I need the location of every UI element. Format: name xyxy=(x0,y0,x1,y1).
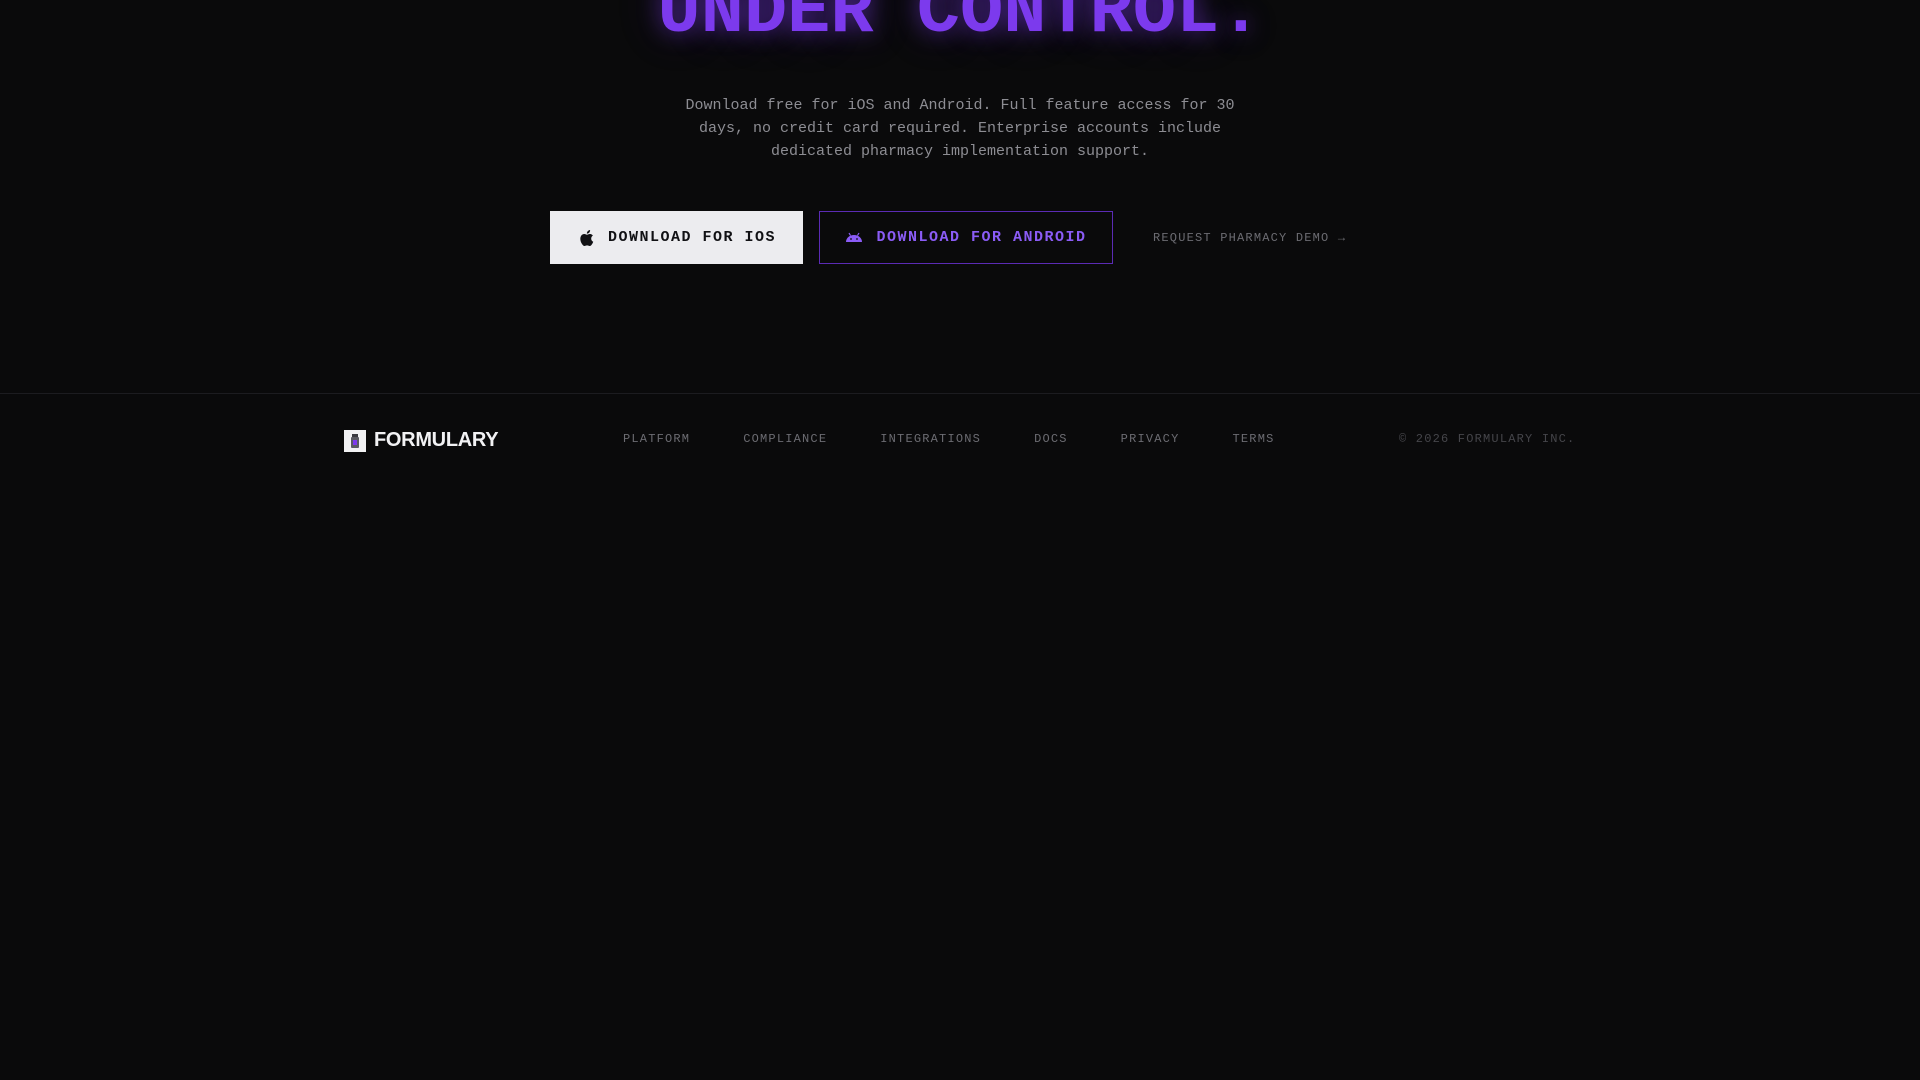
footer-nav: PLATFORM COMPLIANCE INTEGRATIONS DOCS PR… xyxy=(623,432,1275,446)
hero-subtext: Download free for iOS and Android. Full … xyxy=(685,97,1235,160)
footer-brand[interactable]: FORMULARY xyxy=(344,429,499,452)
copyright-text: © 2026 FORMULARY INC. xyxy=(1399,432,1576,446)
download-ios-label: DOWNLOAD FOR IOS xyxy=(607,229,777,246)
download-android-button[interactable]: DOWNLOAD FOR ANDROID xyxy=(819,211,1113,264)
footer-link-integrations[interactable]: INTEGRATIONS xyxy=(880,432,981,446)
footer-link-privacy[interactable]: PRIVACY xyxy=(1121,432,1180,446)
footer-link-compliance[interactable]: COMPLIANCE xyxy=(743,432,827,446)
footer-link-platform[interactable]: PLATFORM xyxy=(623,432,690,446)
footer-link-docs[interactable]: DOCS xyxy=(1034,432,1068,446)
formulary-logo-icon xyxy=(344,429,366,452)
hero-headline: UNDER CONTROL. xyxy=(657,0,1263,53)
download-android-label: DOWNLOAD FOR ANDROID xyxy=(876,229,1087,246)
download-ios-button[interactable]: DOWNLOAD FOR IOS xyxy=(550,211,803,264)
download-actions: DOWNLOAD FOR IOS DOWNLOAD FOR ANDROID RE… xyxy=(550,211,1346,264)
hero-section: UNDER CONTROL. Download free for iOS and… xyxy=(0,0,1920,393)
android-icon xyxy=(845,229,863,247)
apple-icon xyxy=(577,229,595,247)
footer-link-terms[interactable]: TERMS xyxy=(1232,432,1274,446)
site-footer: FORMULARY PLATFORM COMPLIANCE INTEGRATIO… xyxy=(0,394,1920,482)
brand-name: FORMULARY xyxy=(374,429,499,451)
request-demo-link[interactable]: REQUEST PHARMACY DEMO → xyxy=(1153,231,1346,245)
